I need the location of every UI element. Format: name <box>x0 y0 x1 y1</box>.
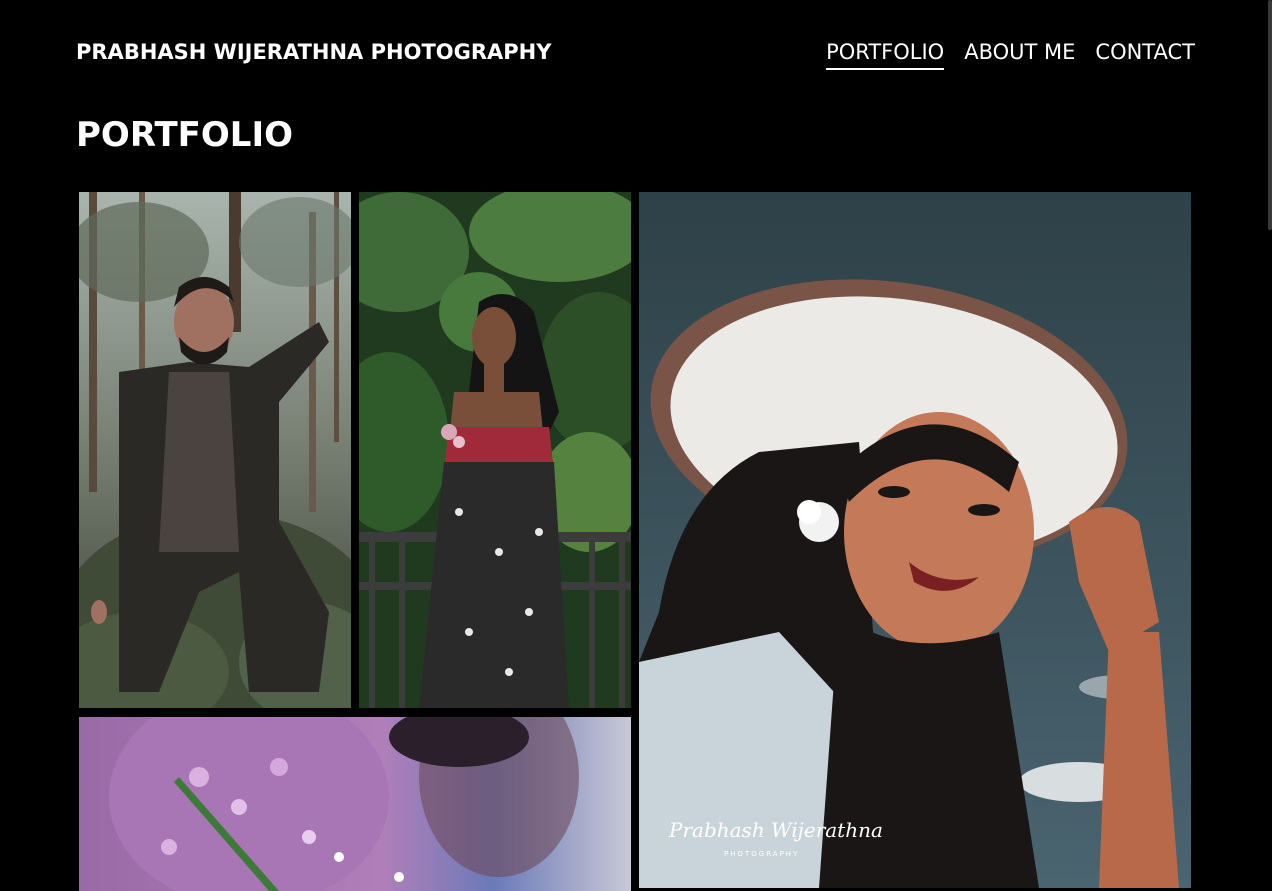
nav-portfolio-link[interactable]: PORTFOLIO <box>826 40 945 70</box>
gallery-photo-man-forest[interactable] <box>79 192 351 708</box>
site-title-link[interactable]: PRABHASH WIJERATHNA PHOTOGRAPHY <box>76 40 551 64</box>
main-nav: PORTFOLIO ABOUT ME CONTACT <box>826 40 1195 70</box>
watermark-name: Prabhash Wijerathna <box>668 818 883 842</box>
gallery-photo-purple-dress[interactable] <box>79 717 631 891</box>
page-scrollbar[interactable] <box>1268 0 1272 230</box>
page-title: PORTFOLIO <box>76 115 294 155</box>
gallery-photo-woman-flowers[interactable] <box>359 192 631 708</box>
nav-contact-link[interactable]: CONTACT <box>1095 40 1195 70</box>
watermark-sub: PHOTOGRAPHY <box>724 850 799 858</box>
gallery-photo-woman-hat[interactable]: Prabhash Wijerathna PHOTOGRAPHY <box>639 192 1191 888</box>
nav-about-me-link[interactable]: ABOUT ME <box>964 40 1075 70</box>
